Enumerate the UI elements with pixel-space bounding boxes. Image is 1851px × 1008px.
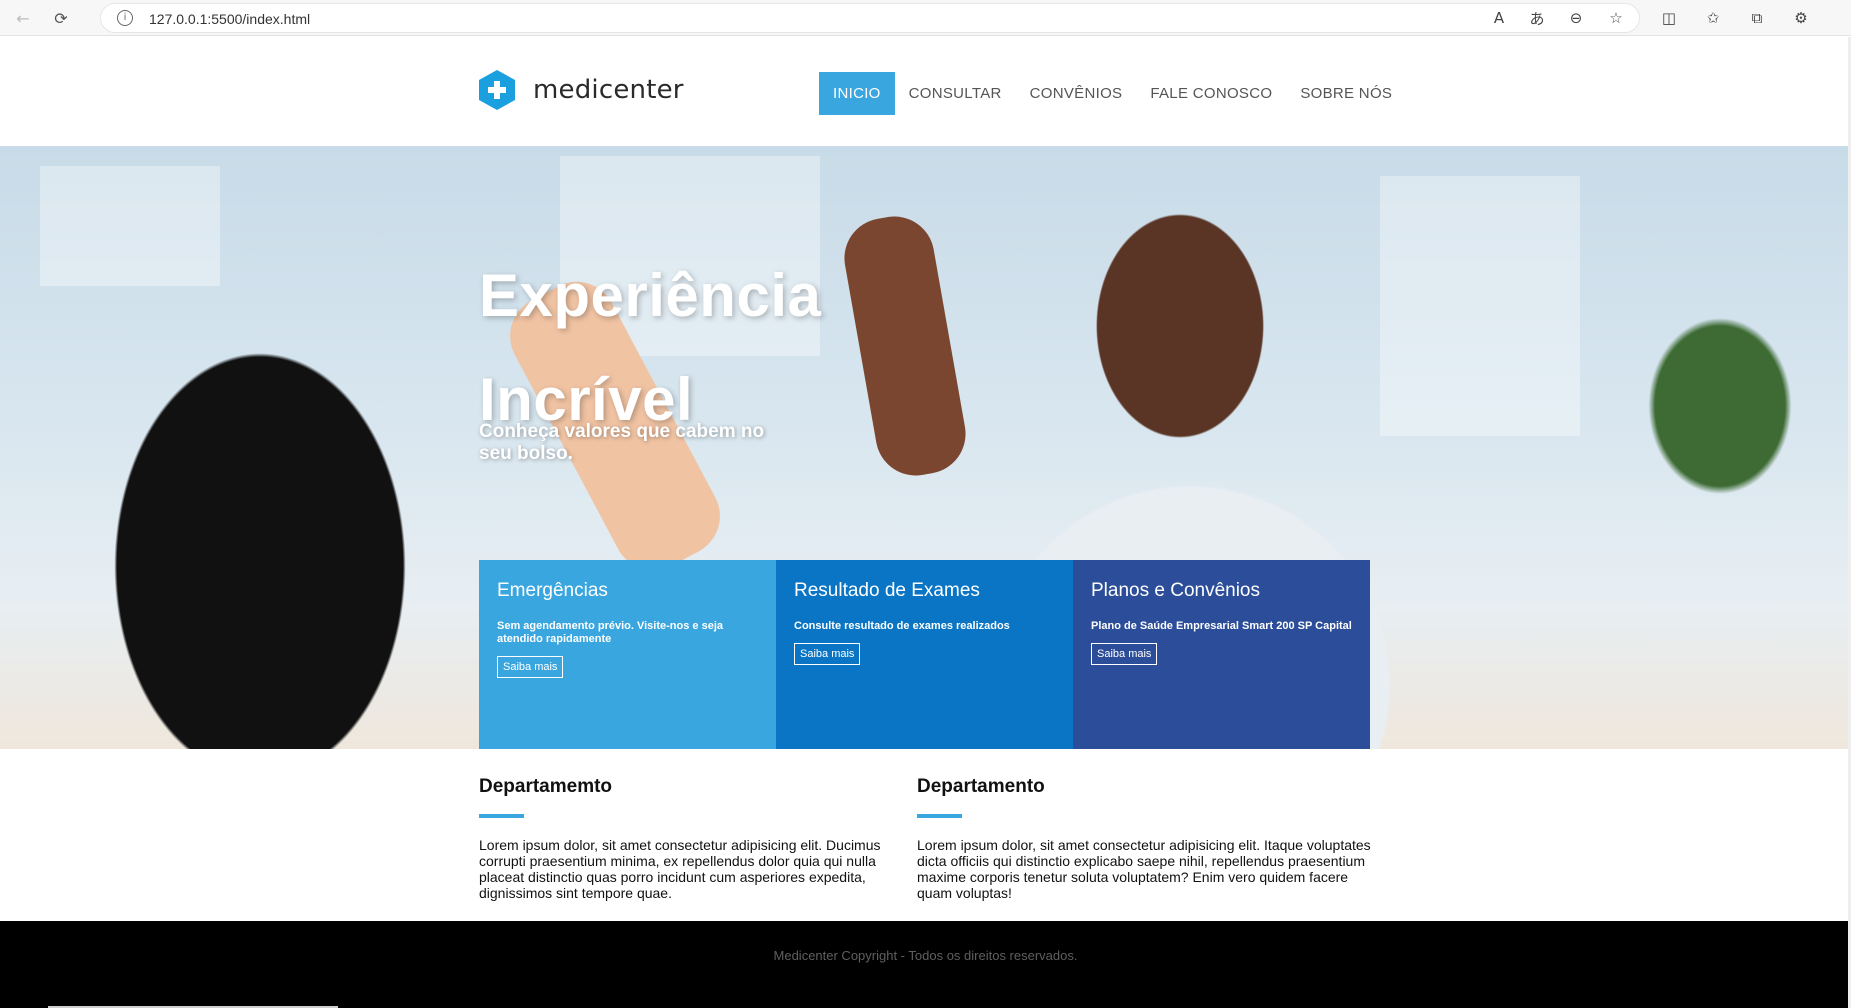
saiba-mais-button[interactable]: Saiba mais — [497, 656, 564, 678]
nav-item-consultar[interactable]: CONSULTAR — [895, 72, 1016, 115]
logo[interactable]: medicenter — [478, 69, 684, 111]
hero-banner: Experiência Incrível Conheça valores que… — [0, 146, 1851, 749]
department-title: Departamemto — [479, 776, 613, 797]
card-text: Sem agendamento prévio. Visite-nos e sej… — [497, 620, 723, 645]
read-aloud-icon[interactable]: A — [1488, 8, 1510, 28]
saiba-mais-button[interactable]: Saiba mais — [1091, 643, 1158, 665]
feature-cards: Emergências Sem agendamento prévio. Visi… — [479, 560, 1372, 749]
hero-subtitle: Conheça valores que cabem no seu bolso. — [479, 421, 765, 464]
card-resultado-exames: Resultado de Exames Consulte resultado d… — [776, 560, 1073, 749]
main-nav: INICIO CONSULTAR CONVÊNIOS FALE CONOSCO … — [819, 72, 1406, 115]
collections-icon[interactable]: ⧉ — [1746, 8, 1768, 28]
reload-icon[interactable]: ⟳ — [48, 6, 74, 30]
translate-icon[interactable]: あ — [1526, 8, 1548, 28]
card-text: Consulte resultado de exames realizados — [794, 620, 1010, 632]
address-bar[interactable]: i 127.0.0.1:5500/index.html — [100, 3, 1640, 33]
department-title: Departamento — [917, 776, 1045, 797]
department-section-2: Departamento Lorem ipsum dolor, sit amet… — [917, 776, 1372, 901]
zoom-out-icon[interactable]: ⊖ — [1565, 8, 1587, 28]
hero-title-line1: Experiência — [479, 262, 822, 329]
site-footer: Medicenter Copyright - Todos os direitos… — [0, 921, 1851, 1008]
department-section-1: Departamemto Lorem ipsum dolor, sit amet… — [479, 776, 919, 901]
favorites-icon[interactable]: ✩ — [1702, 8, 1724, 28]
nav-item-inicio[interactable]: INICIO — [819, 72, 895, 115]
department-text: Lorem ipsum dolor, sit amet consectetur … — [479, 837, 881, 901]
card-title: Resultado de Exames — [794, 580, 980, 601]
footer-copyright: Medicenter Copyright - Todos os direitos… — [773, 948, 1078, 963]
favorite-star-icon[interactable]: ☆ — [1605, 8, 1627, 28]
site-header: medicenter INICIO CONSULTAR CONVÊNIOS FA… — [0, 37, 1851, 146]
card-title: Emergências — [497, 580, 608, 601]
medical-cross-logo-icon — [478, 69, 516, 111]
saiba-mais-button[interactable]: Saiba mais — [794, 643, 861, 665]
nav-item-fale-conosco[interactable]: FALE CONOSCO — [1136, 72, 1286, 115]
back-arrow-icon[interactable]: ← — [10, 6, 36, 30]
hero-background-window — [1380, 176, 1580, 436]
accent-divider — [479, 814, 524, 818]
nav-item-sobre-nos[interactable]: SOBRE NÓS — [1286, 72, 1406, 115]
card-text: Plano de Saúde Empresarial Smart 200 SP … — [1091, 620, 1352, 632]
url-text[interactable]: 127.0.0.1:5500/index.html — [149, 11, 310, 27]
split-screen-icon[interactable]: ◫ — [1658, 8, 1680, 28]
card-title: Planos e Convênios — [1091, 580, 1260, 601]
department-text: Lorem ipsum dolor, sit amet consectetur … — [917, 837, 1371, 901]
accent-divider — [917, 814, 962, 818]
card-planos-convenios: Planos e Convênios Plano de Saúde Empres… — [1073, 560, 1370, 749]
logo-text: medicenter — [533, 75, 684, 105]
browser-toolbar: ← ⟳ i 127.0.0.1:5500/index.html A あ ⊖ ☆ … — [0, 0, 1851, 36]
info-icon[interactable]: i — [117, 10, 133, 26]
hero-background-window — [40, 166, 220, 286]
extensions-icon[interactable]: ⚙ — [1790, 8, 1812, 28]
nav-item-convenios[interactable]: CONVÊNIOS — [1016, 72, 1137, 115]
card-emergencias: Emergências Sem agendamento prévio. Visi… — [479, 560, 776, 749]
